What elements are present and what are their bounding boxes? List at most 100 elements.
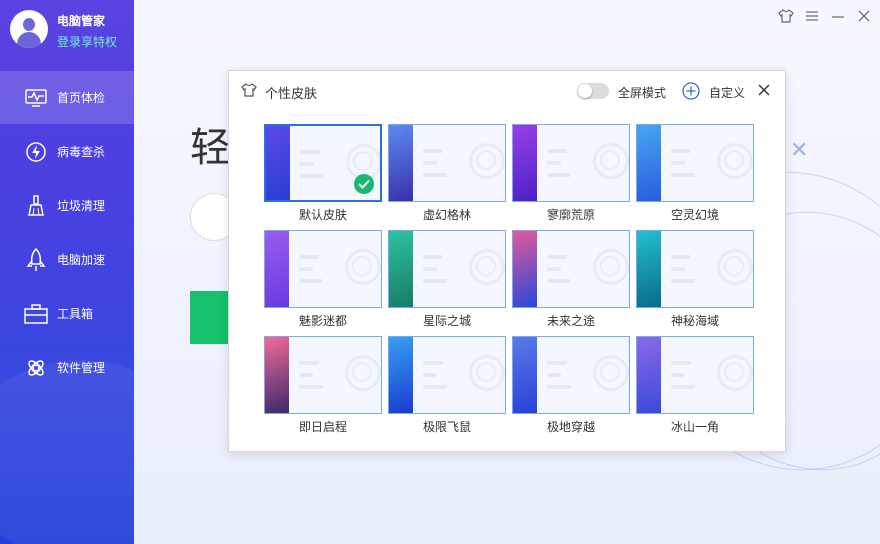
skin-preview-line <box>671 255 691 259</box>
skin-card[interactable]: 星际之城 <box>388 230 506 328</box>
sidebar-item-label: 电脑加速 <box>57 253 106 267</box>
skin-icon[interactable] <box>778 8 794 24</box>
skin-preview-line <box>423 279 447 283</box>
sidebar-item-software-manager[interactable]: 软件管理 <box>0 341 134 394</box>
sidebar-item-toolbox[interactable]: 工具箱 <box>0 287 134 340</box>
skin-card[interactable]: 魅影迷都 <box>264 230 382 328</box>
skin-name: 魅影迷都 <box>298 314 347 328</box>
skin-card[interactable]: 未来之途 <box>512 230 630 328</box>
skin-thumbnail <box>636 230 754 308</box>
skin-preview-ring <box>600 150 620 170</box>
skin-preview-ring <box>352 256 372 276</box>
skin-thumbnail <box>388 230 506 308</box>
skin-thumbnail <box>512 124 630 202</box>
skin-preview-sidebar <box>265 337 289 413</box>
skin-preview-line <box>547 161 561 165</box>
lightning-shield-icon <box>24 140 48 164</box>
skin-preview-ring <box>476 362 496 382</box>
skin-preview-sidebar <box>637 231 661 307</box>
avatar[interactable] <box>10 10 48 48</box>
skin-preview-sidebar <box>389 337 413 413</box>
skin-preview-sidebar <box>637 337 661 413</box>
skin-name: 虚幻格林 <box>422 208 471 222</box>
skin-preview-sidebar <box>513 337 537 413</box>
skin-preview-line <box>423 149 443 153</box>
skin-preview-ring <box>476 150 496 170</box>
skin-thumbnail <box>388 336 506 414</box>
skin-preview-sidebar <box>637 125 661 201</box>
sidebar-item-virus-scan[interactable]: 病毒查杀 <box>0 125 134 178</box>
skin-preview-line <box>299 373 313 377</box>
skin-card[interactable]: 默认皮肤 <box>264 124 382 222</box>
sidebar-item-speedup[interactable]: 电脑加速 <box>0 233 134 286</box>
start-checkup-button[interactable] <box>190 291 230 344</box>
skin-preview-sidebar <box>265 231 289 307</box>
skin-name: 极地穿越 <box>546 420 595 434</box>
skin-preview-line <box>300 174 324 178</box>
app-name: 电脑管家 <box>57 14 106 28</box>
skin-preview-line <box>423 267 437 271</box>
skin-thumbnail <box>512 336 630 414</box>
skin-card[interactable]: 虚幻格林 <box>388 124 506 222</box>
skin-preview-line <box>671 173 695 177</box>
skin-card[interactable]: 即日启程 <box>264 336 382 434</box>
tshirt-icon <box>241 83 257 99</box>
skin-card[interactable]: 冰山一角 <box>636 336 754 434</box>
skin-preview-sidebar <box>513 231 537 307</box>
skin-preview-line <box>300 150 320 154</box>
skin-preview-line <box>671 361 691 365</box>
add-circle-icon[interactable] <box>682 82 700 100</box>
sidebar-item-label: 病毒查杀 <box>57 145 106 159</box>
skin-preview-ring <box>476 256 496 276</box>
skin-card[interactable]: 寥廓荒原 <box>512 124 630 222</box>
skin-thumbnail <box>264 336 382 414</box>
skin-preview-line <box>423 361 443 365</box>
skin-card[interactable]: 极地穿越 <box>512 336 630 434</box>
custom-skin-button[interactable]: 自定义 <box>709 84 745 101</box>
skin-card[interactable]: 神秘海域 <box>636 230 754 328</box>
skin-thumbnail <box>512 230 630 308</box>
skin-name: 冰山一角 <box>670 420 719 434</box>
dialog-close-icon[interactable] <box>757 83 773 99</box>
skin-preview-ring <box>600 256 620 276</box>
skin-thumbnail <box>388 124 506 202</box>
skin-preview-sidebar <box>389 231 413 307</box>
dialog-header: 个性皮肤 全屏模式 自定义 <box>229 71 785 111</box>
window-controls <box>778 8 872 24</box>
skin-name: 空灵幻境 <box>670 208 719 222</box>
skin-preview-line <box>547 361 567 365</box>
skin-thumbnail <box>636 336 754 414</box>
skin-preview-line <box>423 385 447 389</box>
fullscreen-label: 全屏模式 <box>618 86 667 100</box>
skin-name: 极限飞鼠 <box>422 420 471 434</box>
toolbox-icon <box>24 302 48 326</box>
skin-preview-ring <box>353 151 373 171</box>
skin-preview-sidebar <box>266 126 290 200</box>
sidebar-item-label: 首页体检 <box>57 91 106 105</box>
skin-preview-line <box>299 385 323 389</box>
rocket-icon <box>24 247 48 272</box>
skin-name: 未来之途 <box>546 314 595 328</box>
skin-preview-line <box>299 279 323 283</box>
dialog-title: 个性皮肤 <box>265 87 318 102</box>
skin-preview-ring <box>352 362 372 382</box>
sidebar-item-junk-clean[interactable]: 垃圾清理 <box>0 179 134 232</box>
skin-preview-line <box>671 267 685 271</box>
skin-preview-line <box>423 173 447 177</box>
skin-preview-line <box>547 385 571 389</box>
skin-preview-line <box>671 373 685 377</box>
minimize-icon[interactable] <box>830 8 846 24</box>
skin-preview-line <box>547 267 561 271</box>
skin-card[interactable]: 空灵幻境 <box>636 124 754 222</box>
login-link[interactable]: 登录享特权 <box>57 33 117 50</box>
fullscreen-toggle[interactable] <box>577 83 609 99</box>
skin-name: 即日启程 <box>298 420 347 434</box>
sidebar-item-home-checkup[interactable]: 首页体检 <box>0 71 134 124</box>
selected-check-icon <box>354 174 374 194</box>
skin-preview-line <box>299 267 313 271</box>
menu-icon[interactable] <box>804 8 820 24</box>
skin-preview-ring <box>600 362 620 382</box>
skin-name: 神秘海域 <box>670 314 719 328</box>
skin-card[interactable]: 极限飞鼠 <box>388 336 506 434</box>
close-icon[interactable] <box>856 8 872 24</box>
